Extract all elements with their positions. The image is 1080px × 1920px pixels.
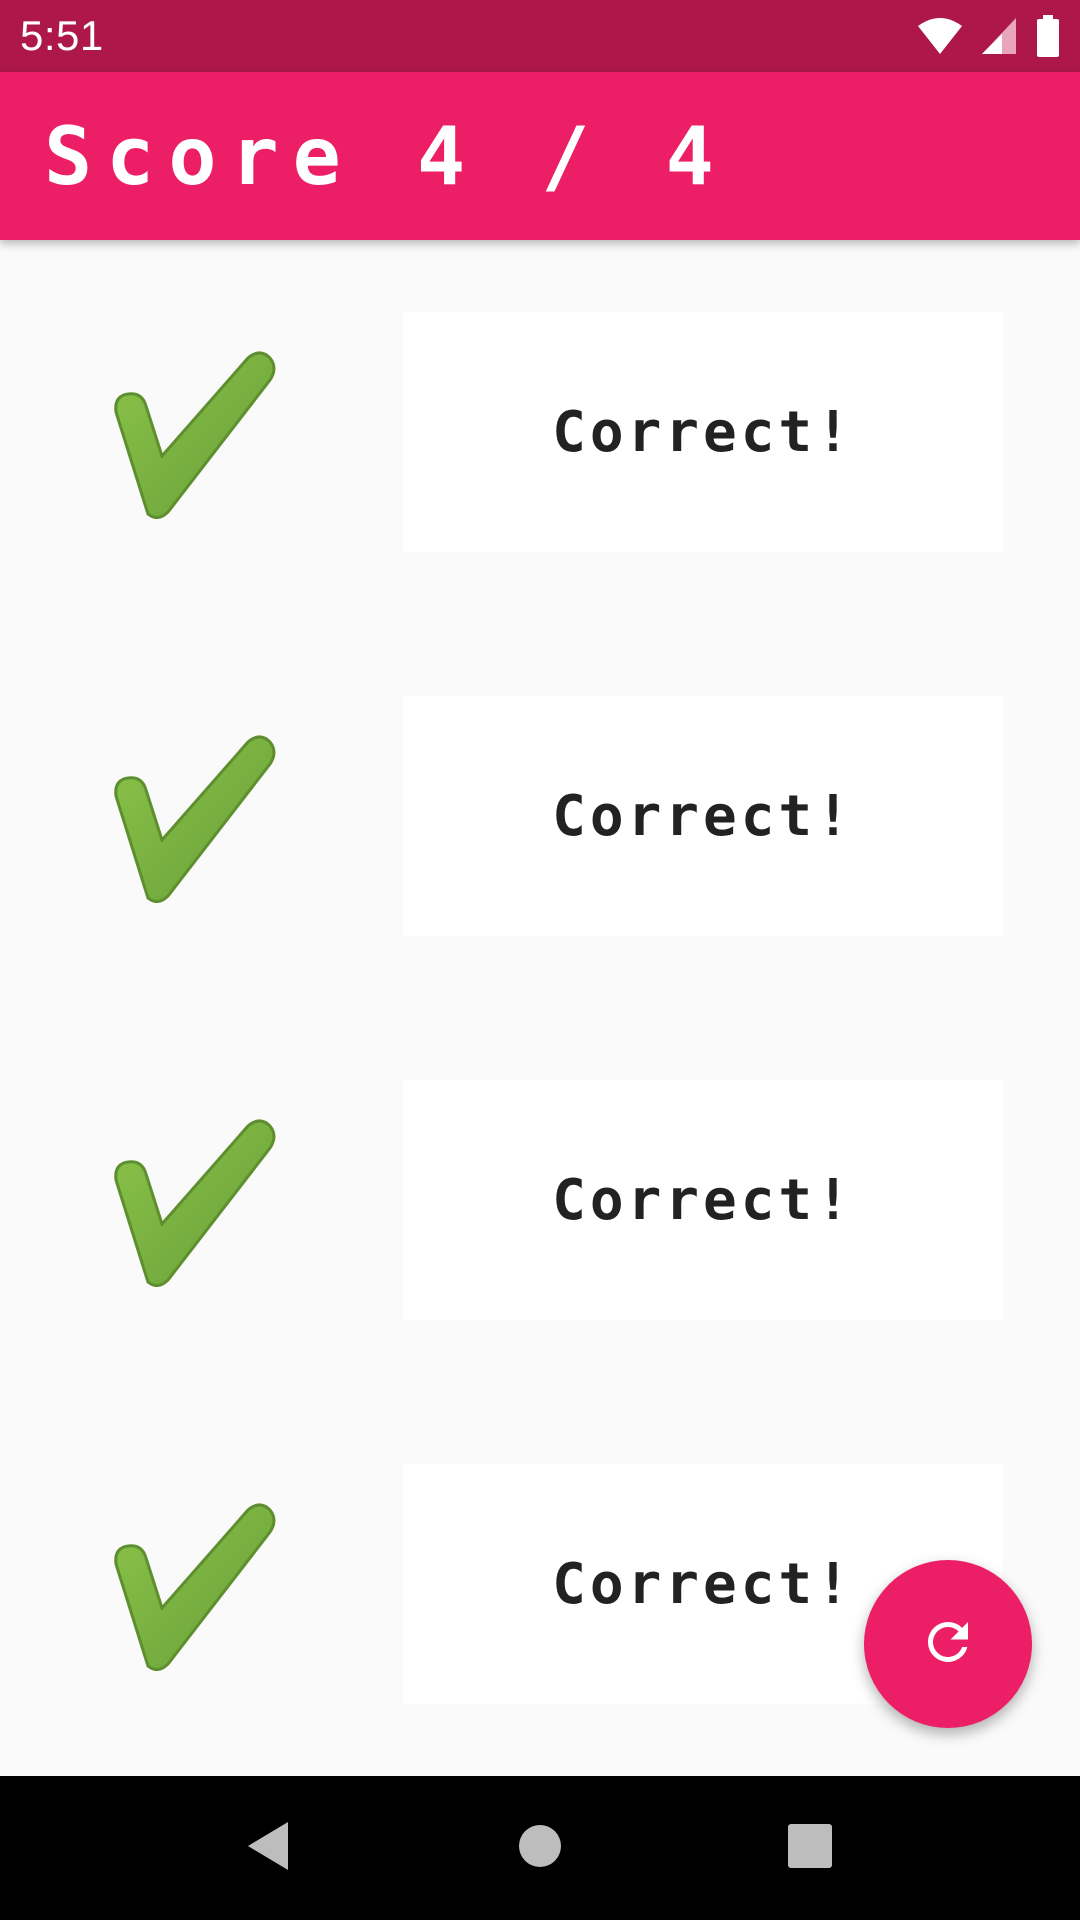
restart-button[interactable]	[864, 1560, 1032, 1728]
home-icon	[518, 1824, 562, 1873]
app-bar: Score 4 / 4	[0, 72, 1080, 240]
recents-button[interactable]	[738, 1776, 882, 1920]
status-time: 5:51	[20, 12, 104, 59]
back-button[interactable]	[196, 1776, 340, 1920]
check-mark-icon	[112, 732, 288, 908]
wifi-icon	[916, 16, 964, 56]
result-list: Correct! Correct! Correct! Correct!	[0, 240, 1080, 1776]
answer-text: Correct!	[552, 783, 854, 849]
answer-card: Correct!	[403, 312, 1003, 552]
status-icons	[916, 15, 1060, 57]
home-button[interactable]	[468, 1776, 612, 1920]
battery-icon	[1036, 15, 1060, 57]
answer-card: Correct!	[403, 696, 1003, 936]
result-row: Correct!	[0, 696, 1080, 936]
check-mark-icon	[112, 1116, 288, 1292]
navigation-bar	[0, 1776, 1080, 1920]
refresh-icon	[918, 1612, 978, 1677]
result-row: Correct!	[0, 312, 1080, 552]
answer-text: Correct!	[552, 1167, 854, 1233]
check-mark-icon	[112, 1500, 288, 1676]
score-title: Score 4 / 4	[44, 109, 728, 203]
result-row: Correct!	[0, 1080, 1080, 1320]
recents-icon	[787, 1823, 833, 1874]
answer-text: Correct!	[552, 1551, 854, 1617]
answer-text: Correct!	[552, 399, 854, 465]
back-icon	[244, 1820, 292, 1877]
status-bar: 5:51	[0, 0, 1080, 72]
answer-card: Correct!	[403, 1080, 1003, 1320]
cellular-signal-icon	[982, 16, 1018, 56]
check-mark-icon	[112, 348, 288, 524]
